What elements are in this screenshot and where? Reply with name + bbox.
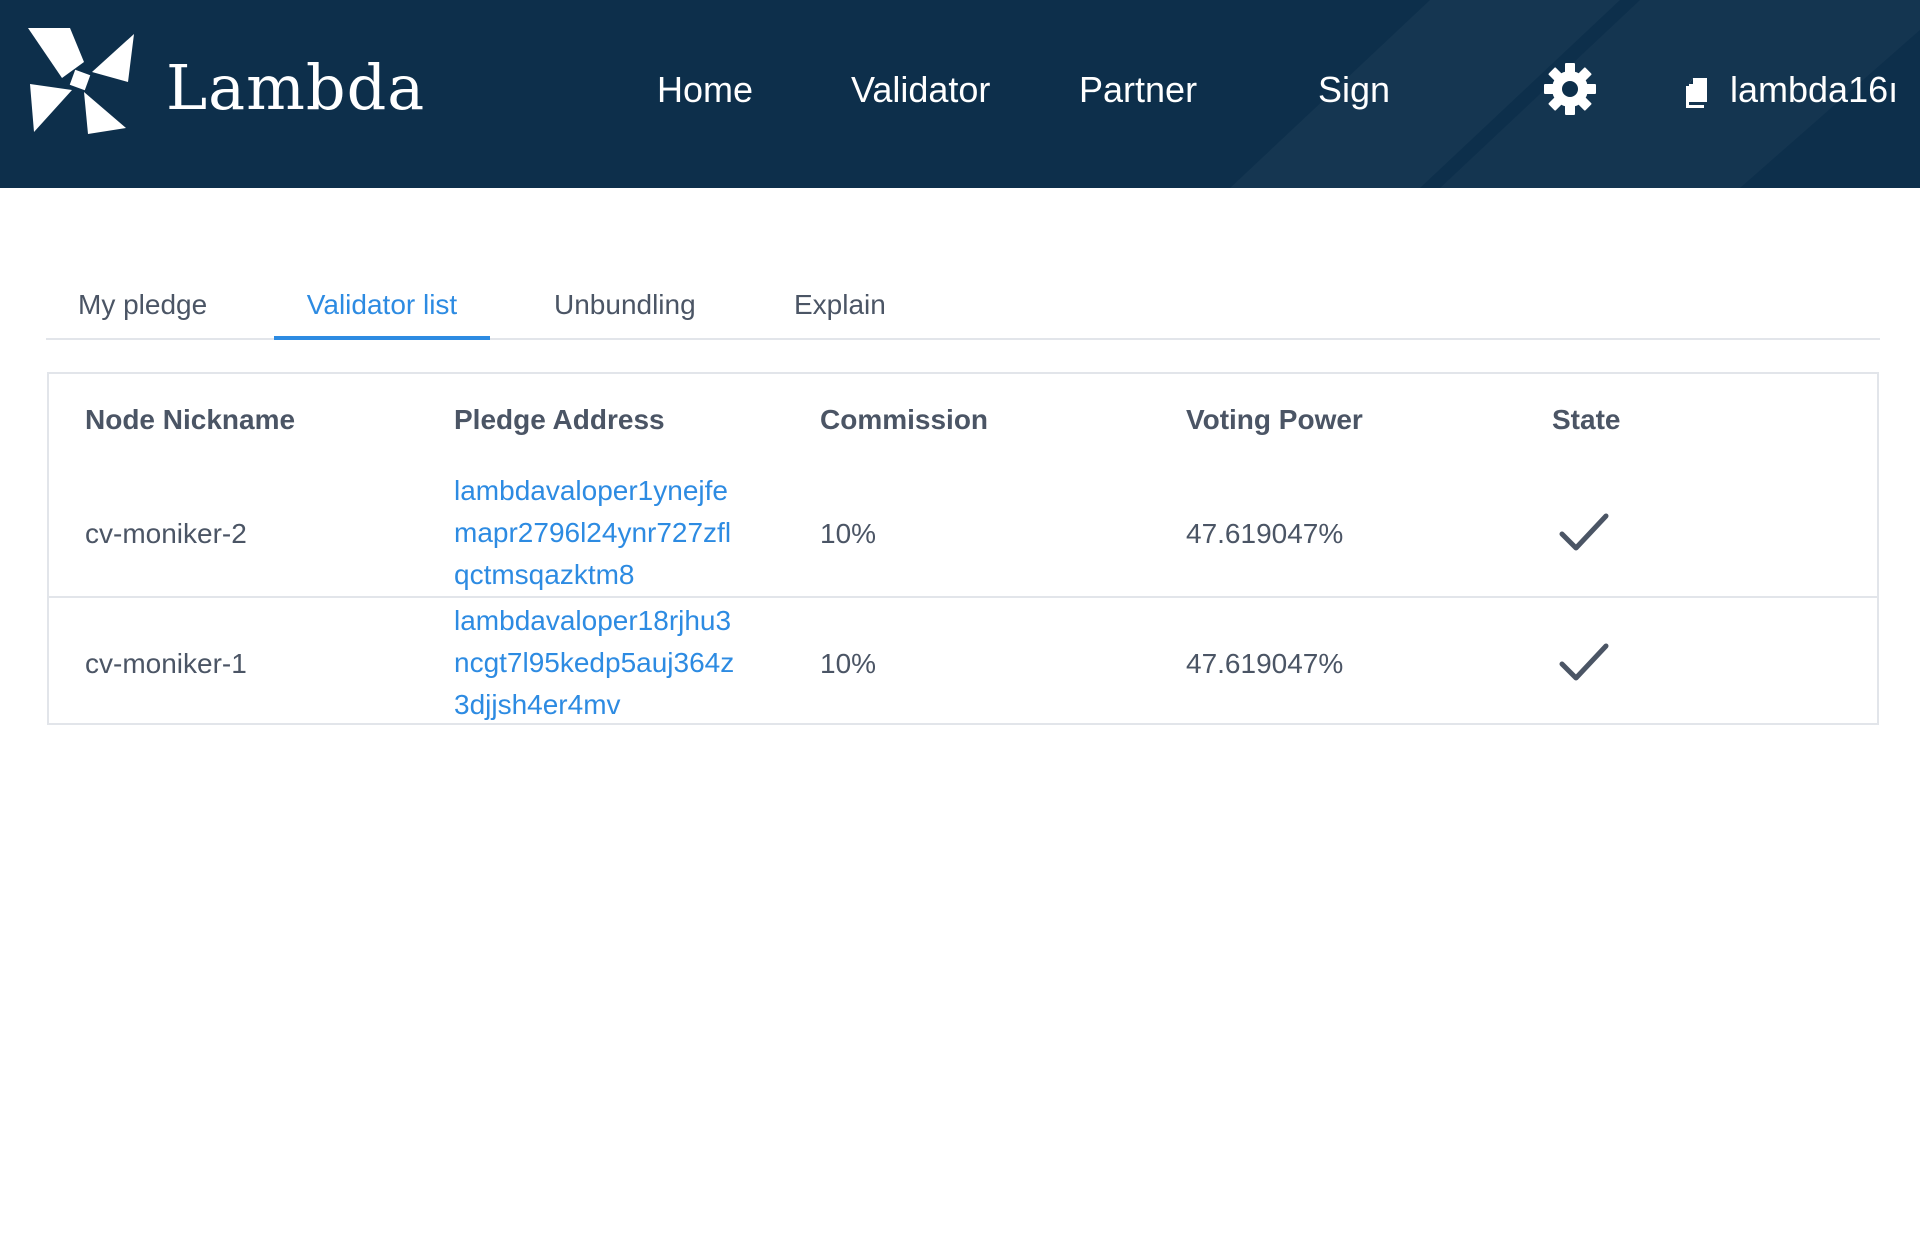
top-nav-bar: Lambda Home Validator Partner Sign lambd… <box>0 0 1920 188</box>
account-address-text: lambda16ı <box>1730 69 1899 110</box>
voting-power-value: 47.619047% <box>1186 518 1344 549</box>
lambda-logo-icon[interactable] <box>26 26 136 136</box>
nav-home[interactable]: Home <box>657 62 753 118</box>
voting-power-value: 47.619047% <box>1186 648 1344 679</box>
document-icon <box>1686 78 1707 108</box>
pledge-address-line: qctmsqazktm8 <box>454 559 635 590</box>
pledge-address-line: ncgt7l95kedp5auj364z <box>454 647 735 678</box>
column-header-voting-power: Voting Power <box>1186 404 1363 435</box>
nav-sign[interactable]: Sign <box>1318 62 1390 118</box>
tab-unbundling[interactable]: Unbundling <box>554 270 696 340</box>
tab-validator-list[interactable]: Validator list <box>274 270 490 340</box>
table-row: cv-moniker-1 lambdavaloper18rjhu3 ncgt7l… <box>49 600 1877 728</box>
column-header-state: State <box>1552 404 1621 435</box>
gear-icon[interactable] <box>1543 62 1597 116</box>
pledge-address-link[interactable]: lambdavaloper18rjhu3 ncgt7l95kedp5auj364… <box>454 600 774 726</box>
nav-partner[interactable]: Partner <box>1079 62 1197 118</box>
pledge-address-line: mapr2796l24ynr727zfl <box>454 517 732 548</box>
pledge-address-line: lambdavaloper18rjhu3 <box>454 605 732 636</box>
tab-explain[interactable]: Explain <box>794 270 886 340</box>
nav-validator[interactable]: Validator <box>851 62 990 118</box>
commission-value: 10% <box>820 518 877 549</box>
pledge-address-link[interactable]: lambdavaloper1ynejfe mapr2796l24ynr727zf… <box>454 470 774 596</box>
pledge-address-line: lambdavaloper1ynejfe <box>454 475 728 506</box>
account-address-button[interactable]: lambda16ı <box>1686 62 1920 118</box>
tab-my-pledge[interactable]: My pledge <box>78 270 207 340</box>
column-header-commission: Commission <box>820 404 989 435</box>
tab-bar: My pledge Validator list Unbundling Expl… <box>46 270 1880 340</box>
pledge-address-line: 3djjsh4er4mv <box>454 689 621 720</box>
column-header-node-nickname: Node Nickname <box>85 404 296 435</box>
commission-value: 10% <box>820 648 877 679</box>
brand-name: Lambda <box>166 51 426 124</box>
table-row: cv-moniker-2 lambdavaloper1ynejfe mapr27… <box>49 470 1877 598</box>
column-header-pledge-address: Pledge Address <box>454 404 665 435</box>
check-icon <box>1559 643 1609 681</box>
node-nickname: cv-moniker-2 <box>85 518 247 549</box>
validator-table: Node Nickname Pledge Address Commission … <box>47 372 1879 725</box>
node-nickname: cv-moniker-1 <box>85 648 247 679</box>
check-icon <box>1559 513 1609 551</box>
